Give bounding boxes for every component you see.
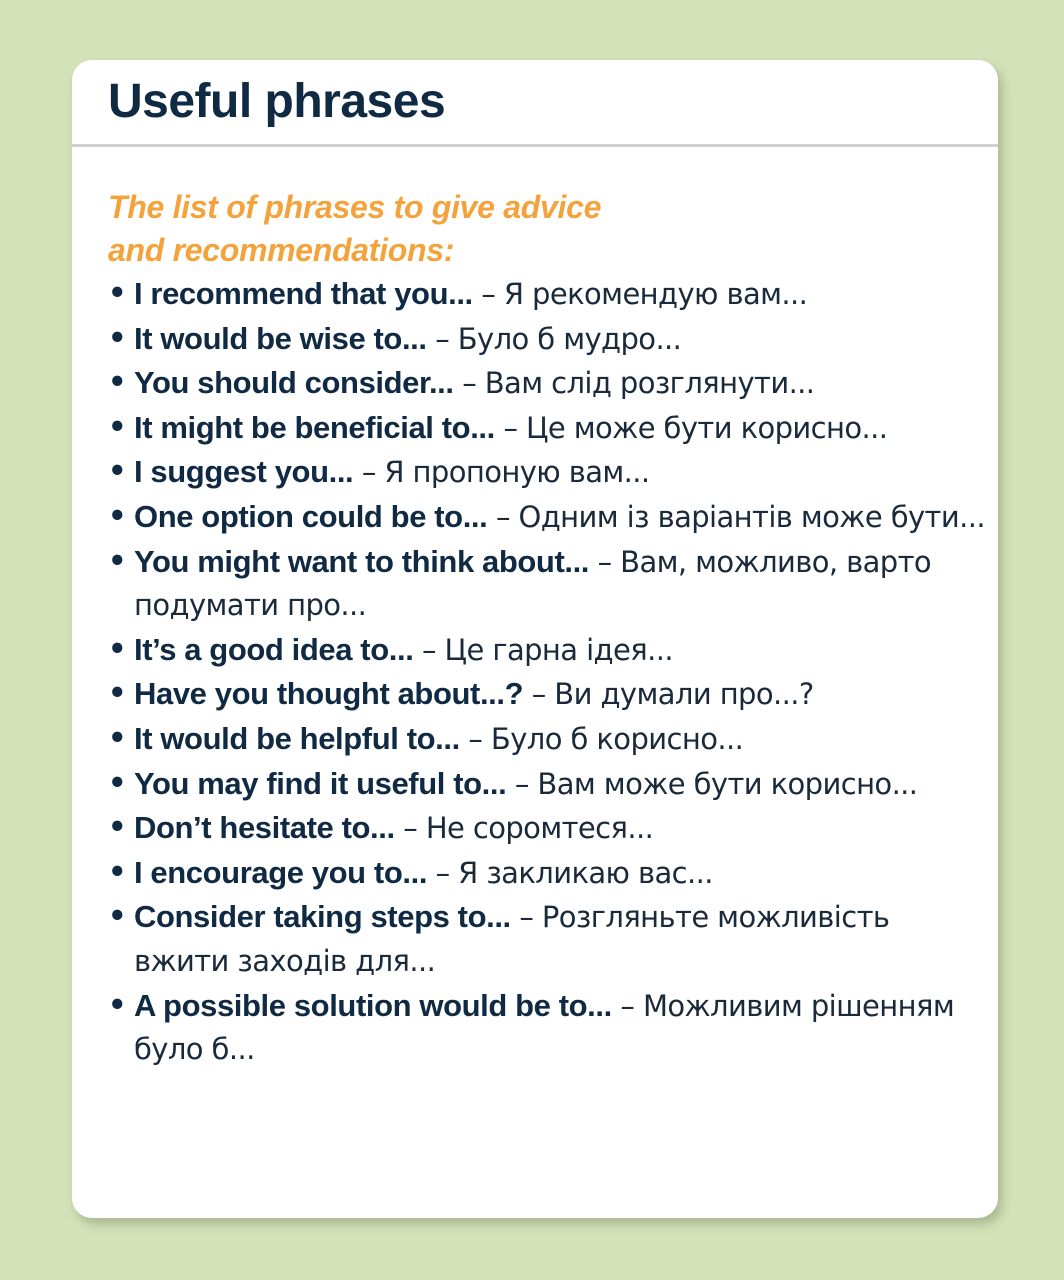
bullet-icon: • — [108, 631, 127, 666]
phrase-translation: – Було б мудро... — [426, 321, 682, 356]
phrase-english: I recommend that you... — [134, 276, 473, 311]
phrase-english: You may find it useful to... — [134, 765, 507, 801]
phrase-item: • One option could be to... – Одним із ва… — [108, 495, 988, 540]
bullet-icon: • — [108, 765, 127, 800]
phrases-card: Useful phrases The list of phrases to gi… — [72, 60, 998, 1218]
bullet-icon: • — [108, 409, 127, 444]
phrase-english: It’s a good idea to... — [134, 631, 414, 667]
phrase-translation: – Я рекомендую вам... — [472, 277, 808, 311]
phrase-item: • You should consider... – Вам слід розгл… — [108, 361, 988, 406]
phrase-item: • You might want to think about... – Вам,… — [108, 540, 988, 628]
phrase-item: • I recommend that you... – Я рекомендую … — [108, 272, 988, 317]
phrase-english: Have you thought about...? — [134, 676, 524, 712]
phrase-item: • It’s a good idea to... – Це гарна ідея.… — [108, 628, 988, 673]
phrase-translation: – Вам слід розглянути... — [453, 366, 815, 401]
phrase-item: • A possible solution would be to... – Мо… — [108, 984, 988, 1072]
subtitle-line: and recommendations: — [108, 232, 455, 268]
phrase-translation: – Я пропоную вам... — [353, 455, 650, 490]
card-title: Useful phrases — [108, 75, 446, 128]
phrase-item: • Consider taking steps to... – Розгляньт… — [108, 895, 988, 983]
subtitle-line: The list of phrases to give advice — [108, 189, 602, 225]
bullet-icon: • — [108, 720, 127, 755]
bullet-icon: • — [108, 365, 127, 400]
phrase-translation: – Не соромтеся... — [394, 811, 654, 846]
bullet-icon: • — [108, 987, 127, 1022]
phrase-translation: – Вам може бути корисно... — [506, 766, 918, 801]
list-subtitle: The list of phrases to give advice and r… — [108, 186, 988, 272]
phrase-list: • I recommend that you... – Я рекомендую … — [108, 272, 988, 1072]
phrase-translation: – Одним із варіантів може бути... — [487, 499, 986, 534]
phrase-item: • You may find it useful to... – Вам може… — [108, 762, 988, 807]
phrase-english: I suggest you... — [134, 454, 354, 490]
bullet-icon: • — [108, 676, 127, 711]
phrase-english: I encourage you to... — [134, 854, 428, 890]
phrase-item: • It might be beneficial to... – Це може … — [108, 406, 988, 451]
phrase-english: Don’t hesitate to... — [134, 810, 395, 846]
phrase-translation: – Це гарна ідея... — [413, 632, 674, 667]
bullet-icon: • — [108, 899, 127, 934]
phrase-english: It might be beneficial to... — [134, 409, 495, 445]
phrase-item: • I suggest you... – Я пропоную вам... — [108, 450, 988, 495]
phrase-translation: – Це може бути корисно... — [494, 410, 888, 445]
phrase-item: • I encourage you to... – Я закликаю вас.… — [108, 851, 988, 896]
card-header: Useful phrases — [72, 60, 998, 147]
bullet-icon: • — [108, 320, 127, 355]
phrase-translation: – Я закликаю вас... — [427, 855, 714, 890]
card-content: The list of phrases to give advice and r… — [108, 186, 988, 1072]
phrase-item: • Don’t hesitate to... – Не соромтеся... — [108, 806, 988, 851]
phrase-english: One option could be to... — [134, 498, 488, 534]
phrase-item: • It would be helpful to... – Було б кори… — [108, 717, 988, 762]
phrase-english: It would be helpful to... — [134, 720, 460, 756]
bullet-icon: • — [108, 543, 127, 578]
phrase-english: It would be wise to... — [134, 320, 427, 356]
phrase-english: Consider taking steps to... — [134, 899, 511, 935]
phrase-english: A possible solution would be to... — [134, 987, 612, 1023]
bullet-icon: • — [108, 498, 127, 533]
bullet-icon: • — [108, 810, 127, 845]
bullet-icon: • — [108, 854, 127, 889]
phrase-item: • Have you thought about...? – Ви думали … — [108, 672, 988, 717]
bullet-icon: • — [108, 454, 127, 489]
bullet-icon: • — [108, 276, 127, 310]
phrase-translation: – Було б корисно... — [459, 721, 744, 756]
phrase-english: You might want to think about... — [134, 543, 590, 579]
phrase-item: • It would be wise to... – Було б мудро..… — [108, 317, 988, 362]
phrase-english: You should consider... — [134, 365, 454, 401]
phrase-translation: – Ви думали про...? — [523, 677, 815, 712]
